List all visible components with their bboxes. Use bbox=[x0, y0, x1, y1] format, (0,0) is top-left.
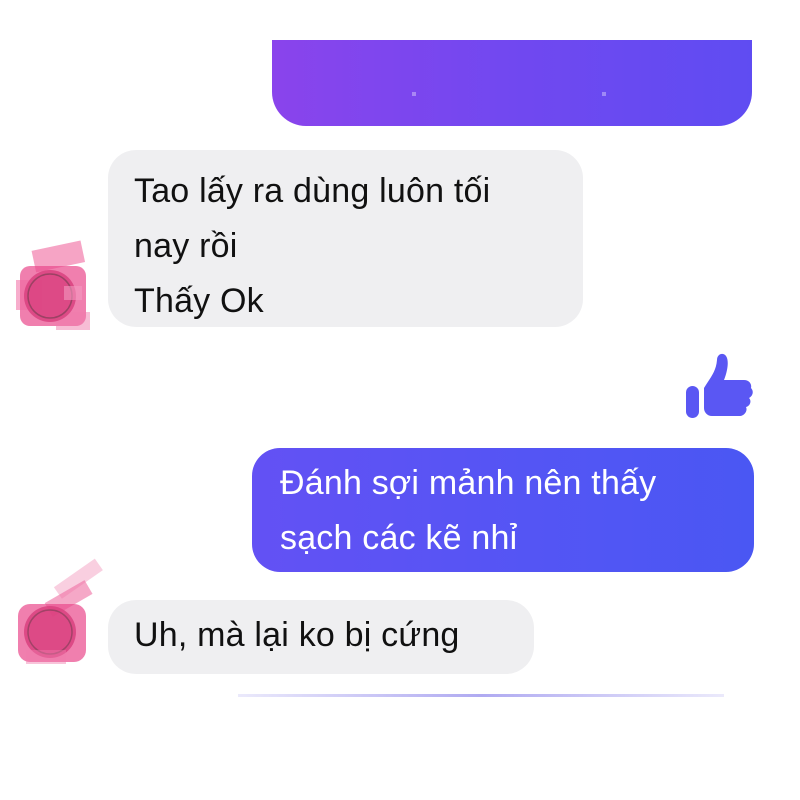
sender-avatar[interactable] bbox=[18, 558, 103, 664]
message-text-line: Tao lấy ra dùng luôn tối bbox=[134, 172, 491, 210]
message-text-line: Đánh sợi mảnh nên thấy bbox=[280, 464, 657, 502]
thumbs-up-icon[interactable] bbox=[682, 350, 754, 422]
message-text-line: sạch các kẽ nhỉ bbox=[280, 519, 518, 557]
message-text-line: Uh, mà lại ko bị cứng bbox=[134, 616, 460, 654]
incoming-message-bubble[interactable]: Tao lấy ra dùng luôn tối nay rồi Thấy Ok bbox=[108, 150, 583, 327]
sender-avatar[interactable] bbox=[16, 240, 92, 330]
chat-thread: Tao lấy ra dùng luôn tối nay rồi Thấy Ok… bbox=[0, 0, 800, 800]
outgoing-message-bubble-partial[interactable] bbox=[272, 40, 752, 126]
incoming-message-bubble[interactable]: Uh, mà lại ko bị cứng bbox=[108, 600, 534, 674]
blurred-avatar-icon bbox=[18, 558, 103, 664]
message-text-line: Thấy Ok bbox=[134, 282, 264, 320]
blurred-avatar-icon bbox=[16, 240, 90, 330]
outgoing-message-bubble[interactable]: Đánh sợi mảnh nên thấy sạch các kẽ nhỉ bbox=[252, 448, 754, 572]
message-text-line: nay rồi bbox=[134, 227, 238, 265]
message-bubble-edge-partial bbox=[238, 694, 724, 697]
